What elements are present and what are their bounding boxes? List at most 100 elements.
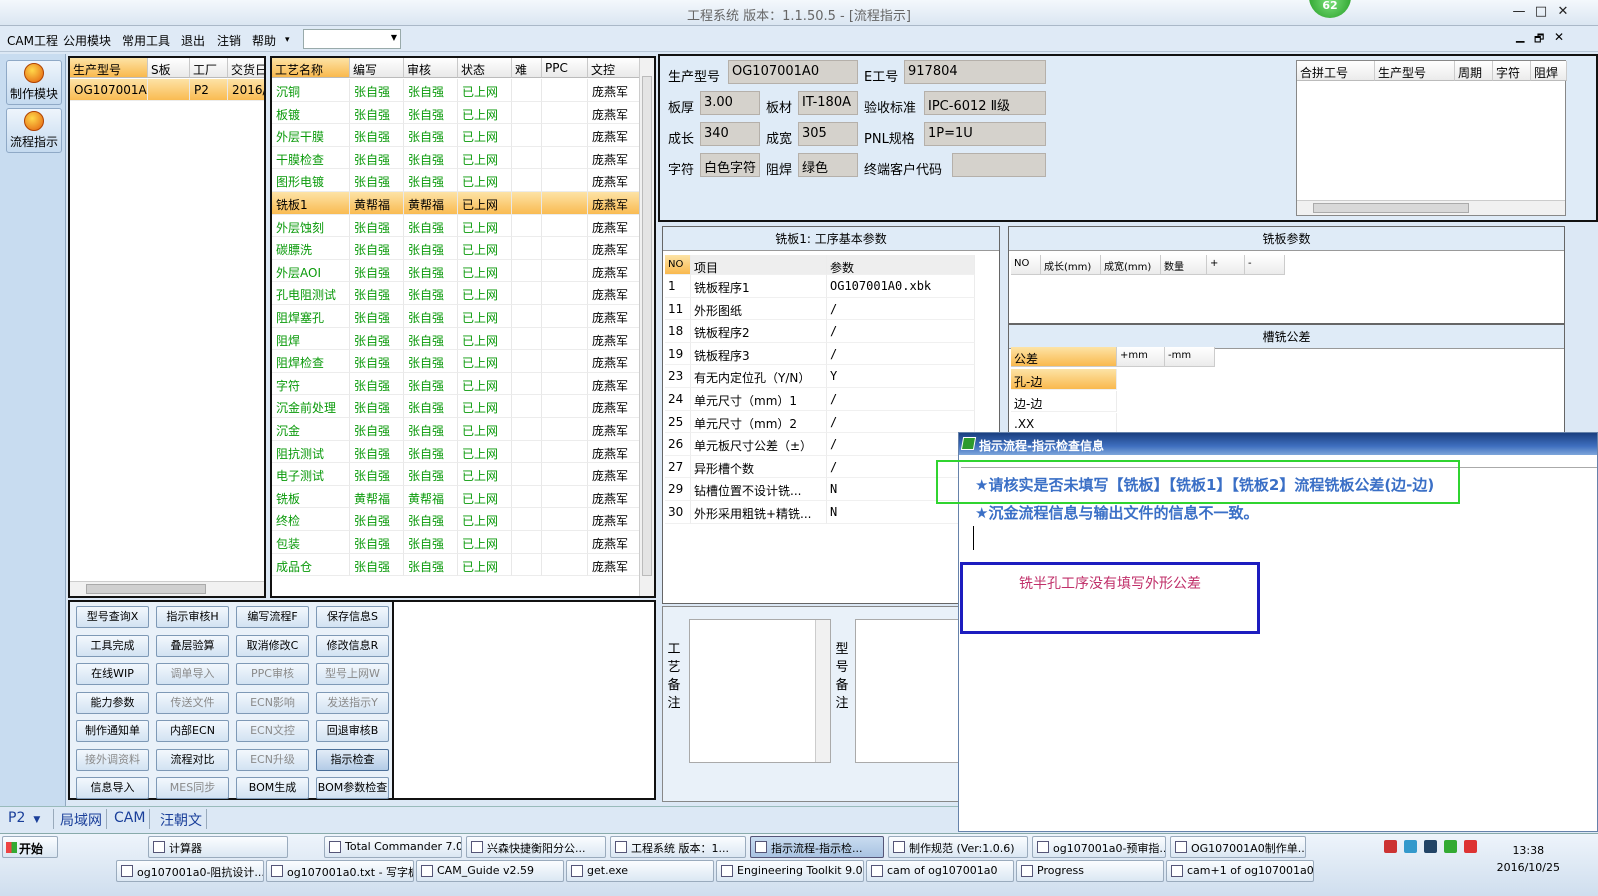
action-button[interactable]: MES同步 (156, 777, 229, 799)
col-header[interactable]: 交货日 (228, 58, 264, 78)
action-button[interactable]: 流程对比 (156, 748, 229, 771)
part-notes-field[interactable] (855, 619, 959, 763)
action-button[interactable]: BOM参数检查 (316, 777, 389, 799)
col-header[interactable]: 文控 (588, 58, 642, 78)
width-field[interactable]: 305 (798, 122, 858, 146)
action-button[interactable]: 指示检查 (316, 748, 389, 771)
col-header[interactable]: S板 (148, 58, 190, 78)
col-header[interactable]: NO (665, 255, 691, 275)
taskbar-button[interactable]: Progress (1016, 860, 1164, 882)
table-row[interactable]: OG107001A0 P2 2016/ (70, 79, 264, 101)
mdi-restore-button[interactable]: 🗗 (1534, 30, 1544, 49)
mask-field[interactable]: 绿色 (798, 153, 858, 177)
mdi-minimize-button[interactable]: ▁ (1516, 30, 1524, 43)
table-row[interactable]: 18 铣板程序2/ (663, 320, 975, 343)
taskbar-button[interactable]: get.exe (566, 860, 714, 882)
mdi-close-button[interactable]: ✕ (1554, 30, 1564, 44)
menu-overflow-icon[interactable]: ▾ (285, 35, 290, 45)
action-button[interactable]: 接外调资料 (76, 748, 149, 771)
e-no-field[interactable]: 917804 (904, 60, 1046, 84)
action-button[interactable]: 叠层验算 (156, 634, 229, 657)
col-header[interactable]: 阻焊 (1531, 61, 1567, 81)
flow-indicator-button[interactable]: 流程指示 (6, 108, 62, 153)
process-notes-field[interactable] (689, 619, 831, 763)
pnl-field[interactable]: 1P=1U (924, 122, 1046, 146)
table-row[interactable]: 阻焊 张自强 张自强 已上网 庞燕军 (272, 327, 654, 351)
thickness-field[interactable]: 3.00 (700, 91, 760, 115)
horizontal-scrollbar[interactable] (70, 581, 264, 596)
action-button[interactable]: 调单导入 (156, 663, 229, 685)
col-header[interactable]: 项目 (691, 255, 827, 275)
action-button[interactable]: 回退审核B (316, 720, 389, 742)
taskbar-button[interactable]: Engineering Toolkit 9.0... (716, 860, 864, 882)
table-row[interactable]: 边-边 (1011, 391, 1117, 412)
clock[interactable]: 13:38 2016/10/25 (1497, 842, 1560, 876)
action-button[interactable]: 型号查询X (76, 606, 149, 628)
col-header[interactable]: 参数 (827, 255, 975, 275)
taskbar-button[interactable]: og107001a0-阻抗设计... (116, 860, 264, 882)
close-button[interactable]: ✕ (1554, 3, 1572, 21)
table-row[interactable]: 电子测试 张自强 张自强 已上网 庞燕军 (272, 463, 654, 486)
table-row[interactable]: 26 单元板尺寸公差（±） / (663, 433, 975, 456)
maximize-button[interactable]: □ (1532, 3, 1550, 21)
taskbar-button[interactable]: cam+1 of og107001a0 (1166, 860, 1314, 882)
action-button[interactable]: 修改信息R (316, 634, 389, 657)
action-button[interactable]: PPC审核 (236, 663, 309, 685)
action-button[interactable]: 指示审核H (156, 606, 229, 628)
table-row[interactable]: 阻焊检查 张自强 张自强 已上网 庞燕军 (272, 350, 654, 373)
tray-network-icon[interactable] (1404, 840, 1417, 853)
taskbar-button[interactable]: cam of og107001a0 (866, 860, 1014, 882)
menu-logout[interactable]: 注销 (217, 32, 241, 49)
table-row[interactable]: 成品仓 张自强 张自强 已上网 庞燕军 (272, 553, 654, 577)
minimize-button[interactable]: — (1510, 3, 1528, 21)
table-row[interactable]: 铣板1 黄帮福 黄帮福 已上网 庞燕军 (272, 192, 654, 215)
action-button[interactable]: 工具完成 (76, 634, 149, 657)
table-row[interactable]: 27 异形槽个数 / (663, 455, 975, 479)
table-row[interactable]: 外层AOI 张自强 张自强 已上网 庞燕军 (272, 259, 654, 283)
tray-shield-icon[interactable] (1444, 840, 1457, 853)
menu-help[interactable]: 帮助 (252, 32, 276, 49)
customer-code-field[interactable] (952, 153, 1046, 177)
table-row[interactable]: 29 钻槽位置不设计铣... N (663, 478, 975, 501)
table-row[interactable]: 1 铣板程序1 OG107001A0.xbk (663, 275, 975, 298)
vertical-scrollbar[interactable] (639, 58, 654, 596)
tab-lan[interactable]: 局域网 (56, 809, 107, 829)
menu-cam[interactable]: CAM工程 (7, 32, 58, 49)
col-header[interactable]: 审核 (404, 58, 458, 78)
table-row[interactable]: 23 有无内定位孔（Y/N） Y (663, 365, 975, 388)
taskbar-button[interactable]: og107001a0-预审指... (1032, 836, 1166, 858)
tray-bluetooth-icon[interactable] (1424, 840, 1437, 853)
table-row[interactable]: 孔电阻测试 张自强 张自强 已上网 庞燕军 (272, 282, 654, 305)
standard-field[interactable]: IPC-6012 Ⅱ级 (924, 91, 1046, 115)
action-button[interactable]: 在线WIP (76, 663, 149, 685)
action-button[interactable]: ECN文控 (236, 720, 309, 742)
taskbar-button[interactable]: CAM_Guide v2.59 (416, 860, 564, 882)
length-field[interactable]: 340 (700, 122, 760, 146)
action-button[interactable]: 传送文件 (156, 691, 229, 714)
menu-exit[interactable]: 退出 (181, 32, 205, 49)
dialog-titlebar[interactable]: 指示流程-指示检查信息 (959, 433, 1597, 455)
table-row[interactable]: 阻焊塞孔 张自强 张自强 已上网 庞燕军 (272, 305, 654, 328)
tray-app-icon[interactable] (1464, 840, 1477, 853)
start-button[interactable]: 开始 (2, 836, 58, 858)
legend-field[interactable]: 白色字符 (700, 153, 760, 177)
action-button[interactable]: 取消修改C (236, 634, 309, 657)
table-row[interactable]: 30 外形采用粗铣+精铣... N (663, 501, 975, 524)
table-row[interactable]: 图形电镀 张自强 张自强 已上网 庞燕军 (272, 169, 654, 192)
horizontal-scrollbar[interactable] (1297, 200, 1565, 215)
action-button[interactable]: 能力参数 (76, 691, 149, 714)
taskbar-button[interactable]: 工程系统 版本：1... (610, 836, 746, 858)
menu-tools[interactable]: 常用工具 (122, 32, 170, 49)
tab-cam[interactable]: CAM (110, 809, 151, 829)
action-button[interactable]: 型号上网W (316, 663, 389, 685)
dialog-text-area[interactable]: ★请核实是否未填写【铣板】【铣板1】【铣板2】流程铣板公差(边-边) ★沉金流程… (961, 467, 1597, 831)
table-row[interactable]: 终检 张自强 张自强 已上网 庞燕军 (272, 508, 654, 531)
taskbar-button[interactable]: OG107001A0制作单... (1170, 836, 1306, 858)
table-row[interactable]: 干膜检查 张自强 张自强 已上网 庞燕军 (272, 146, 654, 170)
table-row[interactable]: 沉金前处理 张自强 张自强 已上网 庞燕军 (272, 395, 654, 418)
col-header[interactable]: 字符 (1493, 61, 1531, 81)
table-row[interactable]: 铣板 黄帮福 黄帮福 已上网 庞燕军 (272, 485, 654, 509)
table-row[interactable]: .XX (1011, 413, 1117, 434)
table-row[interactable]: 25 单元尺寸（mm）2/ (663, 410, 975, 434)
table-row[interactable]: 外层蚀刻 张自强 张自强 已上网 庞燕军 (272, 214, 654, 238)
